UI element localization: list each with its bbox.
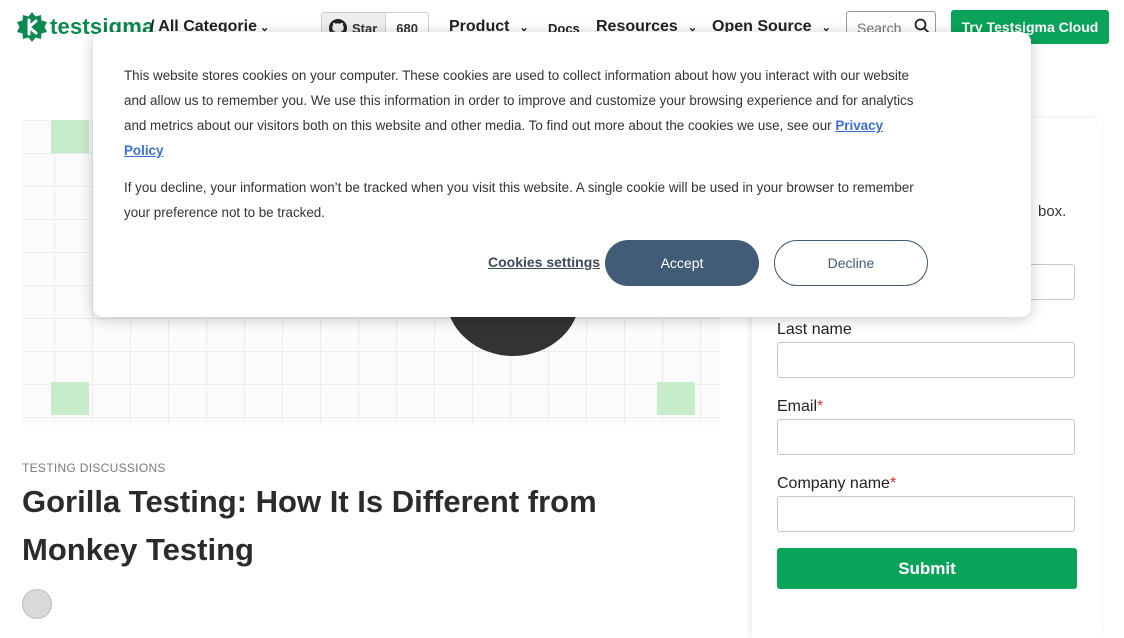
company-name-label-text: Company name xyxy=(777,475,890,492)
last-name-label: Last name xyxy=(777,321,852,339)
last-name-label-text: Last name xyxy=(777,321,852,338)
cookies-settings-link[interactable]: Cookies settings xyxy=(488,254,600,270)
hero-green-square xyxy=(51,382,89,415)
form-description-fragment: box. xyxy=(1038,203,1067,220)
hero-green-square xyxy=(657,382,695,415)
article-title: Gorilla Testing: How It Is Different fro… xyxy=(22,484,597,567)
submit-button[interactable]: Submit xyxy=(777,548,1077,589)
cookie-paragraph-1: This website stores cookies on your comp… xyxy=(124,63,924,163)
required-mark: * xyxy=(817,398,824,415)
email-label-text: Email xyxy=(777,398,818,415)
author-avatar xyxy=(22,589,52,619)
cookie-paragraph-2: If you decline, your information won’t b… xyxy=(124,180,914,220)
article-category[interactable]: TESTING DISCUSSIONS xyxy=(22,461,166,475)
cookie-consent-modal: This website stores cookies on your comp… xyxy=(93,32,1031,317)
company-name-label: Company name* xyxy=(777,475,896,493)
last-name-input[interactable] xyxy=(777,342,1075,378)
required-mark: * xyxy=(889,475,897,492)
email-label: Email* xyxy=(777,398,823,416)
company-name-input[interactable] xyxy=(777,496,1075,532)
accept-button[interactable]: Accept xyxy=(605,240,759,286)
hero-green-square xyxy=(51,120,89,153)
decline-button[interactable]: Decline xyxy=(774,240,928,286)
testsigma-logo-icon xyxy=(17,12,47,42)
email-input[interactable] xyxy=(777,419,1075,455)
cookie-text-1: This website stores cookies on your comp… xyxy=(124,68,914,133)
